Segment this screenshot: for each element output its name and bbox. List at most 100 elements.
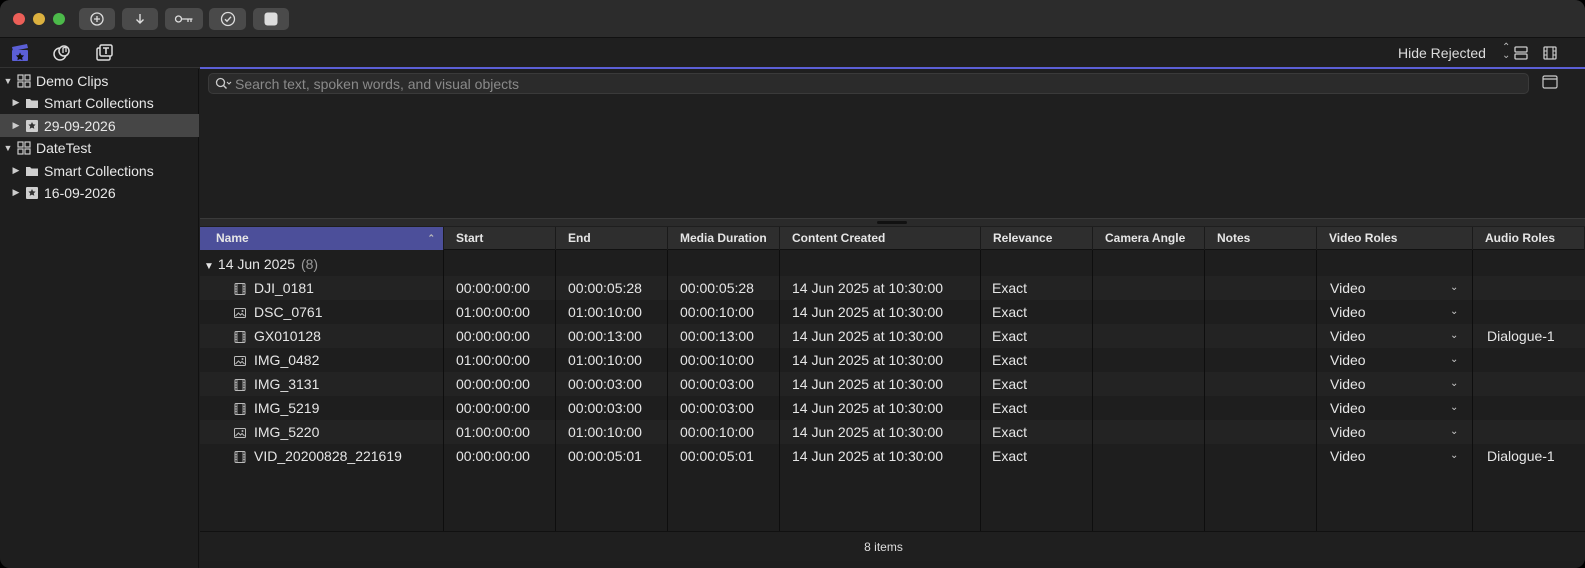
filmstrip-toggle-icon[interactable] xyxy=(1542,75,1558,89)
table-row[interactable]: IMG_5220 01:00:00:00 01:00:10:00 00:00:10:0… xyxy=(200,420,1585,444)
close-window-button[interactable] xyxy=(13,13,25,25)
column-divider xyxy=(555,250,556,532)
column-header-notes[interactable]: Notes xyxy=(1205,227,1317,250)
cell-video-role[interactable]: Video xyxy=(1330,276,1366,300)
disclosure-expanded-icon[interactable]: ▼ xyxy=(3,76,13,86)
column-header-name[interactable]: Name ⌃ xyxy=(200,227,444,250)
column-divider xyxy=(980,250,981,532)
checkmark-icon xyxy=(220,11,235,27)
titles-generators-icon[interactable] xyxy=(94,43,114,63)
column-header-camera-angle[interactable]: Camera Angle xyxy=(1093,227,1205,250)
table-row[interactable]: IMG_0482 01:00:00:00 01:00:10:00 00:00:10:0… xyxy=(200,348,1585,372)
column-divider xyxy=(779,250,780,532)
add-icon xyxy=(90,12,104,26)
cell-video-role[interactable]: Video xyxy=(1330,444,1366,468)
app-window: Hide Rejected ⌃ ⌄ ▼ Demo Clips ▶ Smart Co… xyxy=(0,0,1585,568)
cell-video-role[interactable]: Video xyxy=(1330,300,1366,324)
checkmark-button[interactable] xyxy=(209,8,246,30)
sidebar-item-event-16-09-2026[interactable]: ▶ 16-09-2026 xyxy=(0,181,199,204)
keyword-button[interactable] xyxy=(165,8,203,30)
library-icon xyxy=(17,140,31,155)
filmstrip-view-icon[interactable] xyxy=(1542,45,1558,61)
video-clip-icon xyxy=(234,282,246,295)
cell-created: 14 Jun 2025 at 10:30:00 xyxy=(792,328,944,344)
cell-audio-role: Dialogue-1 xyxy=(1487,328,1555,344)
column-header-video-roles[interactable]: Video Roles xyxy=(1317,227,1473,250)
table-row[interactable]: DJI_0181 00:00:00:00 00:00:05:28 00:00:05:2… xyxy=(200,276,1585,300)
video-role-chevron-down-icon[interactable]: ⌄ xyxy=(1450,348,1458,372)
clip-appearance-icon[interactable] xyxy=(1513,45,1529,61)
status-footer: 8 items xyxy=(200,531,1585,561)
photos-audio-icon[interactable] xyxy=(52,43,72,63)
video-role-chevron-down-icon[interactable]: ⌄ xyxy=(1450,372,1458,396)
column-header-start[interactable]: Start xyxy=(444,227,556,250)
cell-start: 00:00:00:00 xyxy=(456,280,530,296)
column-header-audio-roles[interactable]: Audio Roles xyxy=(1473,227,1585,250)
minimize-window-button[interactable] xyxy=(33,13,45,25)
new-button[interactable] xyxy=(79,8,115,30)
sidebar-item-demo-clips[interactable]: ▼ Demo Clips xyxy=(0,69,199,92)
sidebar-item-datetest[interactable]: ▼ DateTest xyxy=(0,136,199,159)
event-star-icon xyxy=(26,119,38,132)
video-role-chevron-down-icon[interactable]: ⌄ xyxy=(1450,300,1458,324)
column-header-media-duration[interactable]: Media Duration xyxy=(668,227,780,250)
disclosure-expanded-icon[interactable]: ▼ xyxy=(204,261,214,272)
cell-created: 14 Jun 2025 at 10:30:00 xyxy=(792,400,944,416)
column-header-relevance[interactable]: Relevance xyxy=(981,227,1093,250)
video-clip-icon xyxy=(234,378,246,391)
browser-splitter[interactable] xyxy=(200,218,1585,226)
search-icon[interactable] xyxy=(215,77,233,91)
zoom-window-button[interactable] xyxy=(53,13,65,25)
browser-search-area xyxy=(200,69,1585,220)
video-role-chevron-down-icon[interactable]: ⌄ xyxy=(1450,396,1458,420)
column-divider xyxy=(1204,250,1205,532)
video-role-chevron-down-icon[interactable]: ⌄ xyxy=(1450,324,1458,348)
sidebar-item-event-29-09-2026[interactable]: ▶ 29-09-2026 xyxy=(0,114,199,137)
cell-video-role[interactable]: Video xyxy=(1330,420,1366,444)
sidebar-item-smart-collections-2[interactable]: ▶ Smart Collections xyxy=(0,159,199,182)
search-bar[interactable] xyxy=(208,73,1529,94)
library-icon xyxy=(17,73,31,88)
cell-end: 00:00:03:00 xyxy=(568,376,642,392)
column-header-end[interactable]: End xyxy=(556,227,668,250)
splitter-grip[interactable] xyxy=(877,221,907,224)
table-row[interactable]: IMG_3131 00:00:00:00 00:00:03:00 00:00:03:0… xyxy=(200,372,1585,396)
sort-ascending-icon: ⌃ xyxy=(427,233,435,243)
table-row[interactable]: GX010128 00:00:00:00 00:00:13:00 00:00:13:0… xyxy=(200,324,1585,348)
cell-relevance: Exact xyxy=(992,448,1028,464)
cell-relevance: Exact xyxy=(992,352,1028,368)
cell-video-role[interactable]: Video xyxy=(1330,324,1366,348)
column-divider xyxy=(1472,250,1473,532)
search-input[interactable] xyxy=(235,75,1515,93)
disclosure-collapsed-icon[interactable]: ▶ xyxy=(11,97,21,108)
column-header-content-created[interactable]: Content Created xyxy=(780,227,981,250)
cell-video-role[interactable]: Video xyxy=(1330,396,1366,420)
libraries-clapper-icon[interactable] xyxy=(10,43,30,63)
disclosure-collapsed-icon[interactable]: ▶ xyxy=(11,165,21,176)
clip-filter-popup[interactable]: Hide Rejected xyxy=(1398,45,1486,61)
disclosure-expanded-icon[interactable]: ▼ xyxy=(3,143,13,153)
video-role-chevron-down-icon[interactable]: ⌄ xyxy=(1450,276,1458,300)
import-button[interactable] xyxy=(122,8,158,30)
keyword-icon xyxy=(174,15,193,23)
cell-video-role[interactable]: Video xyxy=(1330,348,1366,372)
disclosure-collapsed-icon[interactable]: ▶ xyxy=(11,120,21,131)
cell-start: 00:00:00:00 xyxy=(456,448,530,464)
cell-end: 01:00:10:00 xyxy=(568,352,642,368)
table-row[interactable]: VID_20200828_221619 00:00:00:00 00:00:05:0… xyxy=(200,444,1585,468)
video-role-chevron-down-icon[interactable]: ⌄ xyxy=(1450,444,1458,468)
disclosure-collapsed-icon[interactable]: ▶ xyxy=(11,187,21,198)
date-group-row[interactable]: ▼ 14 Jun 2025 (8) xyxy=(200,252,1585,276)
table-row[interactable]: IMG_5219 00:00:00:00 00:00:03:00 00:00:03:0… xyxy=(200,396,1585,420)
cell-start: 00:00:00:00 xyxy=(456,400,530,416)
background-tasks-button[interactable] xyxy=(253,8,289,30)
table-row[interactable]: DSC_0761 01:00:00:00 01:00:10:00 00:00:10:0… xyxy=(200,300,1585,324)
video-role-chevron-down-icon[interactable]: ⌄ xyxy=(1450,420,1458,444)
cell-relevance: Exact xyxy=(992,328,1028,344)
group-count: (8) xyxy=(300,256,319,272)
title-bar xyxy=(0,0,1585,38)
cell-video-role[interactable]: Video xyxy=(1330,372,1366,396)
sidebar-item-label: 29-09-2026 xyxy=(44,117,116,134)
sidebar-item-smart-collections[interactable]: ▶ Smart Collections xyxy=(0,91,199,114)
clip-name: GX010128 xyxy=(254,328,321,344)
